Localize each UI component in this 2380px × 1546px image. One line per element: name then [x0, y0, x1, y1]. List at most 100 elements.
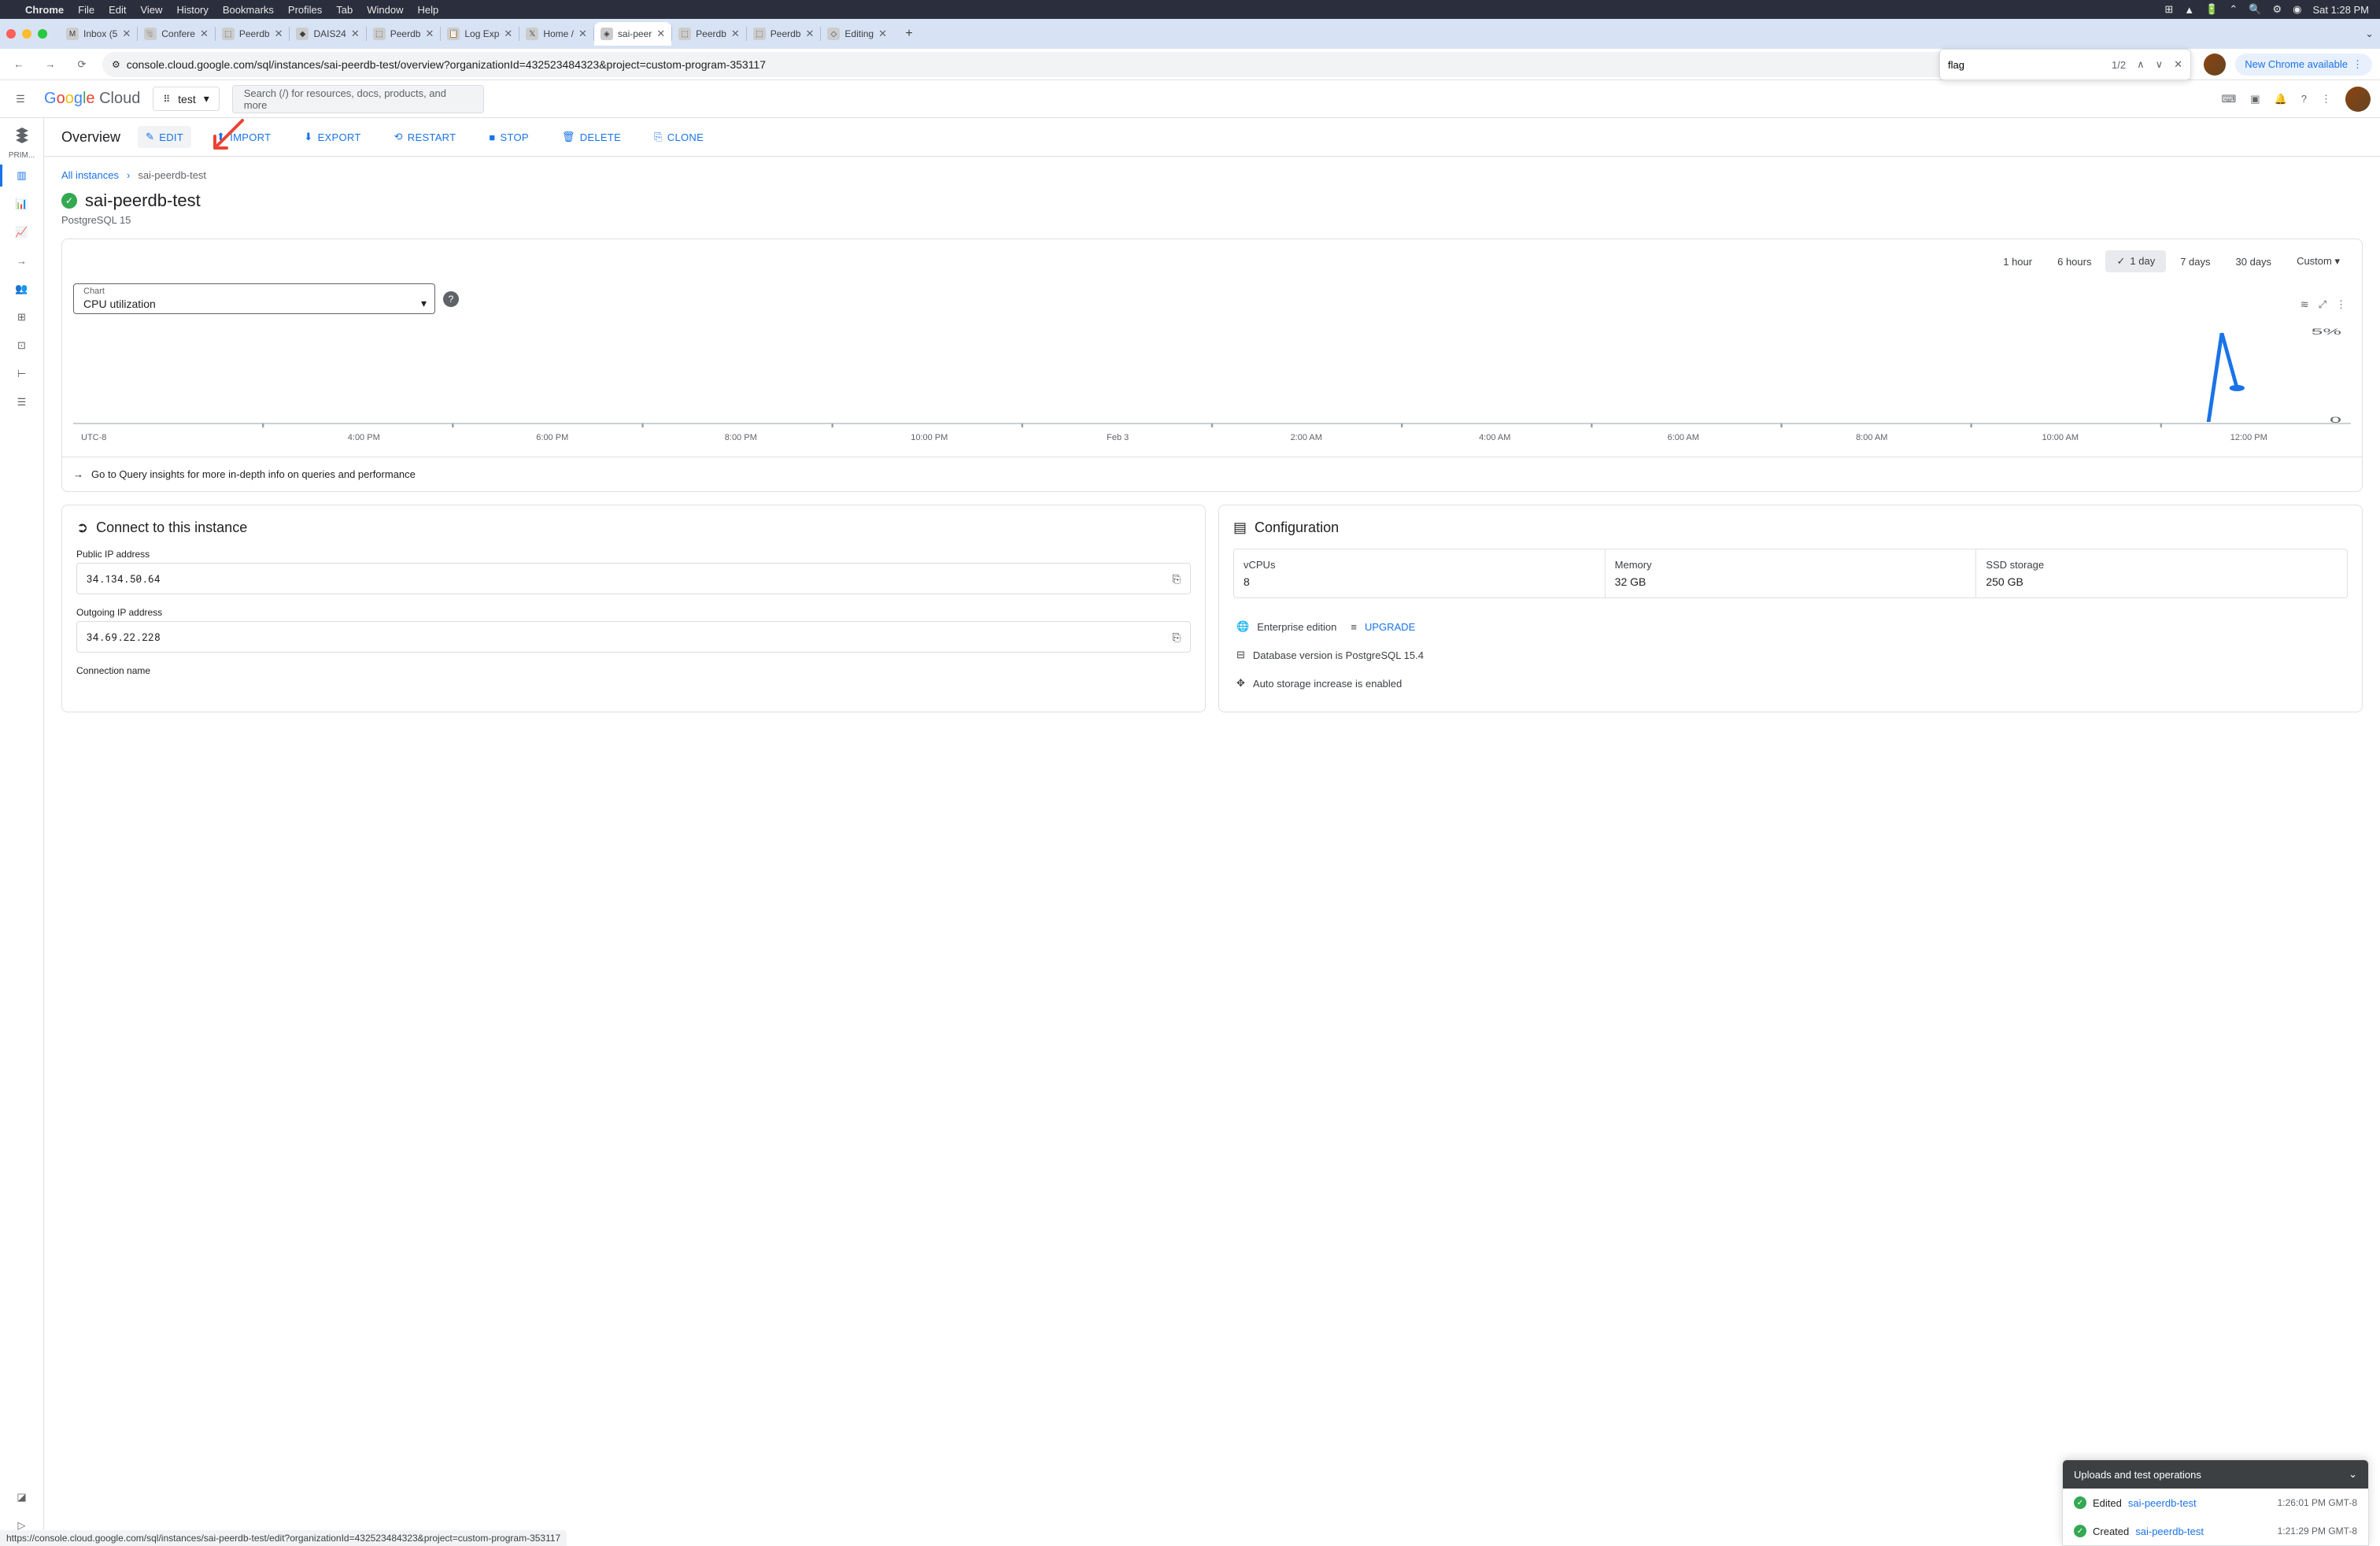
tab-close-icon[interactable]: ✕: [425, 28, 434, 40]
tab-close-icon[interactable]: ✕: [122, 28, 131, 40]
minimize-window-icon[interactable]: [22, 29, 31, 39]
close-window-icon[interactable]: [6, 29, 16, 39]
browser-tab[interactable]: ◇Editing✕: [821, 22, 893, 46]
menu-edit[interactable]: Edit: [109, 4, 126, 16]
tab-close-icon[interactable]: ✕: [351, 28, 360, 40]
menu-window[interactable]: Window: [367, 4, 403, 16]
upgrade-link[interactable]: UPGRADE: [1365, 621, 1415, 633]
browser-tab[interactable]: ⬚Peerdb✕: [216, 22, 290, 46]
export-button[interactable]: ⬇ EXPORT: [296, 126, 368, 148]
browser-tab[interactable]: ◆DAIS24✕: [290, 22, 365, 46]
rail-item[interactable]: ⊢: [0, 360, 44, 388]
tab-close-icon[interactable]: ✕: [200, 28, 209, 40]
new-tab-button[interactable]: +: [898, 23, 920, 45]
range-30d[interactable]: 30 days: [2225, 251, 2283, 272]
insights-link[interactable]: → Go to Query insights for more in-depth…: [62, 457, 2362, 491]
range-1d[interactable]: ✓ 1 day: [2105, 250, 2166, 272]
siri-icon[interactable]: ◉: [2293, 3, 2301, 16]
tray-icon[interactable]: ▲: [2184, 4, 2194, 16]
stop-button[interactable]: ■ STOP: [481, 127, 537, 148]
menu-help[interactable]: Help: [418, 4, 439, 16]
tab-close-icon[interactable]: ✕: [878, 28, 887, 40]
tab-close-icon[interactable]: ✕: [731, 28, 740, 40]
delete-button[interactable]: 🗑 DELETE: [554, 126, 629, 148]
menu-view[interactable]: View: [140, 4, 162, 16]
rail-item[interactable]: ⊡: [0, 331, 44, 360]
clone-button[interactable]: ⎘ CLONE: [646, 126, 711, 148]
window-controls[interactable]: [6, 29, 47, 39]
profile-avatar[interactable]: [2204, 54, 2226, 76]
search-icon[interactable]: 🔍: [2249, 3, 2261, 16]
tab-list-dropdown[interactable]: ⌄: [2365, 28, 2374, 40]
operation-link[interactable]: sai-peerdb-test: [2135, 1526, 2204, 1537]
browser-tab[interactable]: ⬚Peerdb✕: [367, 22, 441, 46]
rail-item[interactable]: ☰: [0, 388, 44, 416]
menu-bookmarks[interactable]: Bookmarks: [223, 4, 274, 16]
nav-menu-icon[interactable]: ☰: [9, 88, 31, 110]
menu-profiles[interactable]: Profiles: [288, 4, 322, 16]
account-avatar[interactable]: [2345, 87, 2371, 112]
rail-item[interactable]: 👥: [0, 275, 44, 303]
control-center-icon[interactable]: ⚙: [2272, 3, 2282, 16]
cloud-shell-icon[interactable]: ⌨: [2222, 93, 2237, 105]
maximize-window-icon[interactable]: [38, 29, 47, 39]
find-close-icon[interactable]: ✕: [2174, 58, 2182, 71]
breadcrumb-all[interactable]: All instances: [61, 169, 119, 181]
tab-close-icon[interactable]: ✕: [656, 28, 665, 40]
update-pill[interactable]: New Chrome available⋮: [2235, 54, 2372, 76]
help-icon[interactable]: ?: [443, 291, 459, 307]
find-next-icon[interactable]: ∨: [2156, 58, 2164, 71]
browser-tab[interactable]: 𝕏Home /✕: [519, 22, 593, 46]
rail-overview[interactable]: ▥: [0, 161, 44, 190]
app-name[interactable]: Chrome: [25, 4, 64, 16]
notifications-icon[interactable]: 🔔: [2275, 93, 2287, 105]
operations-tray-header[interactable]: Uploads and test operations⌄: [2063, 1460, 2368, 1489]
more-icon[interactable]: ⋮: [2321, 93, 2331, 105]
range-1h[interactable]: 1 hour: [1992, 251, 2043, 272]
address-bar[interactable]: ⚙ console.cloud.google.com/sql/instances…: [102, 52, 2100, 77]
browser-tab[interactable]: 🐘Confere✕: [138, 22, 215, 46]
clock[interactable]: Sat 1:28 PM: [2312, 4, 2369, 16]
edit-button[interactable]: ✎ EDIT: [138, 126, 191, 148]
rail-marketplace[interactable]: ◪: [0, 1483, 44, 1511]
restart-button[interactable]: ⟲ RESTART: [386, 126, 464, 148]
help-icon[interactable]: ?: [2301, 93, 2307, 105]
battery-icon[interactable]: 🔋: [2205, 3, 2218, 16]
rail-item[interactable]: 📊: [0, 190, 44, 218]
operation-link[interactable]: sai-peerdb-test: [2128, 1497, 2197, 1509]
reload-button[interactable]: ⟳: [71, 54, 93, 76]
tab-close-icon[interactable]: ✕: [504, 28, 512, 40]
range-6h[interactable]: 6 hours: [2046, 251, 2102, 272]
site-info-icon[interactable]: ⚙: [112, 59, 120, 70]
copy-icon[interactable]: ⎘: [1173, 630, 1181, 644]
project-picker[interactable]: ⠿ test ▾: [153, 87, 219, 111]
copy-icon[interactable]: ⎘: [1173, 571, 1181, 586]
forward-button[interactable]: →: [39, 54, 61, 76]
browser-tab[interactable]: ⬚Peerdb✕: [672, 22, 746, 46]
chart-select[interactable]: Chart CPU utilization▾: [73, 283, 435, 314]
chart-more-icon[interactable]: ⋮: [2336, 298, 2346, 311]
find-prev-icon[interactable]: ∧: [2137, 58, 2145, 71]
sql-service-icon[interactable]: [11, 124, 33, 146]
menu-history[interactable]: History: [176, 4, 208, 16]
chart-expand-icon[interactable]: ⤢: [2319, 298, 2326, 311]
browser-tab[interactable]: MInbox (5✕: [60, 22, 137, 46]
tab-close-icon[interactable]: ✕: [275, 28, 283, 40]
range-7d[interactable]: 7 days: [2169, 251, 2221, 272]
browser-tab[interactable]: ◈sai-peer✕: [594, 22, 671, 46]
rail-item[interactable]: 📈: [0, 218, 44, 246]
browser-tab[interactable]: 📋Log Exp✕: [441, 22, 519, 46]
menu-tab[interactable]: Tab: [336, 4, 353, 16]
rail-item[interactable]: ⊞: [0, 303, 44, 331]
back-button[interactable]: ←: [8, 54, 30, 76]
import-button[interactable]: ⬆ IMPORT: [209, 126, 279, 148]
tab-close-icon[interactable]: ✕: [805, 28, 814, 40]
rail-item[interactable]: →: [0, 246, 44, 275]
gcp-search[interactable]: Search (/) for resources, docs, products…: [232, 85, 484, 113]
range-custom[interactable]: Custom ▾: [2286, 250, 2351, 272]
tab-close-icon[interactable]: ✕: [578, 28, 587, 40]
gcp-logo[interactable]: Google Cloud: [44, 90, 140, 108]
tray-icon[interactable]: ⊞: [2164, 3, 2173, 16]
chart-legend-icon[interactable]: ≋: [2301, 298, 2309, 311]
menu-file[interactable]: File: [78, 4, 94, 16]
